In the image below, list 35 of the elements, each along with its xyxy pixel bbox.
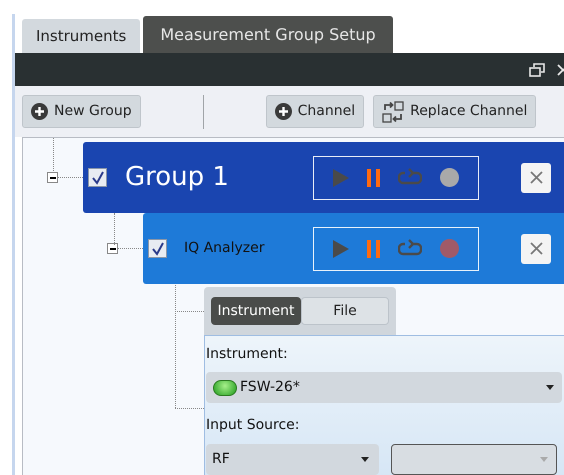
tab[interactable]: Measurement Group Setup (143, 16, 393, 53)
collapse-toggle[interactable] (47, 172, 58, 183)
dropdown-value: RF (212, 450, 231, 469)
remove-button[interactable] (521, 162, 551, 192)
field-label: Input Source: (206, 416, 301, 435)
tab[interactable]: Instruments (22, 19, 140, 53)
instrument-dropdown[interactable]: FSW-26* (206, 372, 562, 403)
remove-button[interactable] (521, 234, 551, 264)
collapse-toggle[interactable] (107, 243, 118, 254)
play-icon[interactable] (332, 240, 349, 258)
plus-icon (31, 103, 48, 120)
checkbox[interactable] (88, 168, 107, 187)
input-source-dropdown[interactable]: RF (206, 444, 379, 475)
pause-icon[interactable] (366, 168, 381, 186)
swap-icon (382, 100, 404, 122)
close-icon (530, 242, 542, 255)
item-label: Group 1 (125, 161, 230, 194)
toolbar-button[interactable]: New Group (22, 95, 141, 128)
dropdown-value: FSW-26* (240, 378, 301, 397)
caret-icon (546, 385, 554, 390)
restore-icon[interactable] (529, 62, 545, 76)
caret-icon (540, 457, 548, 462)
channel-bar[interactable]: IQ Analyzer (143, 213, 564, 284)
field-label: Instrument: (206, 345, 289, 364)
checkbox[interactable] (148, 239, 167, 258)
segment-tab[interactable]: Instrument (211, 297, 301, 325)
toolbar-button[interactable]: Replace Channel (373, 95, 536, 128)
group-bar[interactable]: Group 1 (83, 142, 564, 213)
item-label: IQ Analyzer (184, 239, 266, 258)
close-icon[interactable] (557, 64, 564, 76)
segment-tab[interactable]: File (301, 297, 389, 325)
toolbar-button[interactable]: Channel (266, 95, 364, 128)
plus-icon (274, 103, 292, 120)
close-icon (530, 171, 542, 184)
caret-icon (361, 457, 369, 462)
